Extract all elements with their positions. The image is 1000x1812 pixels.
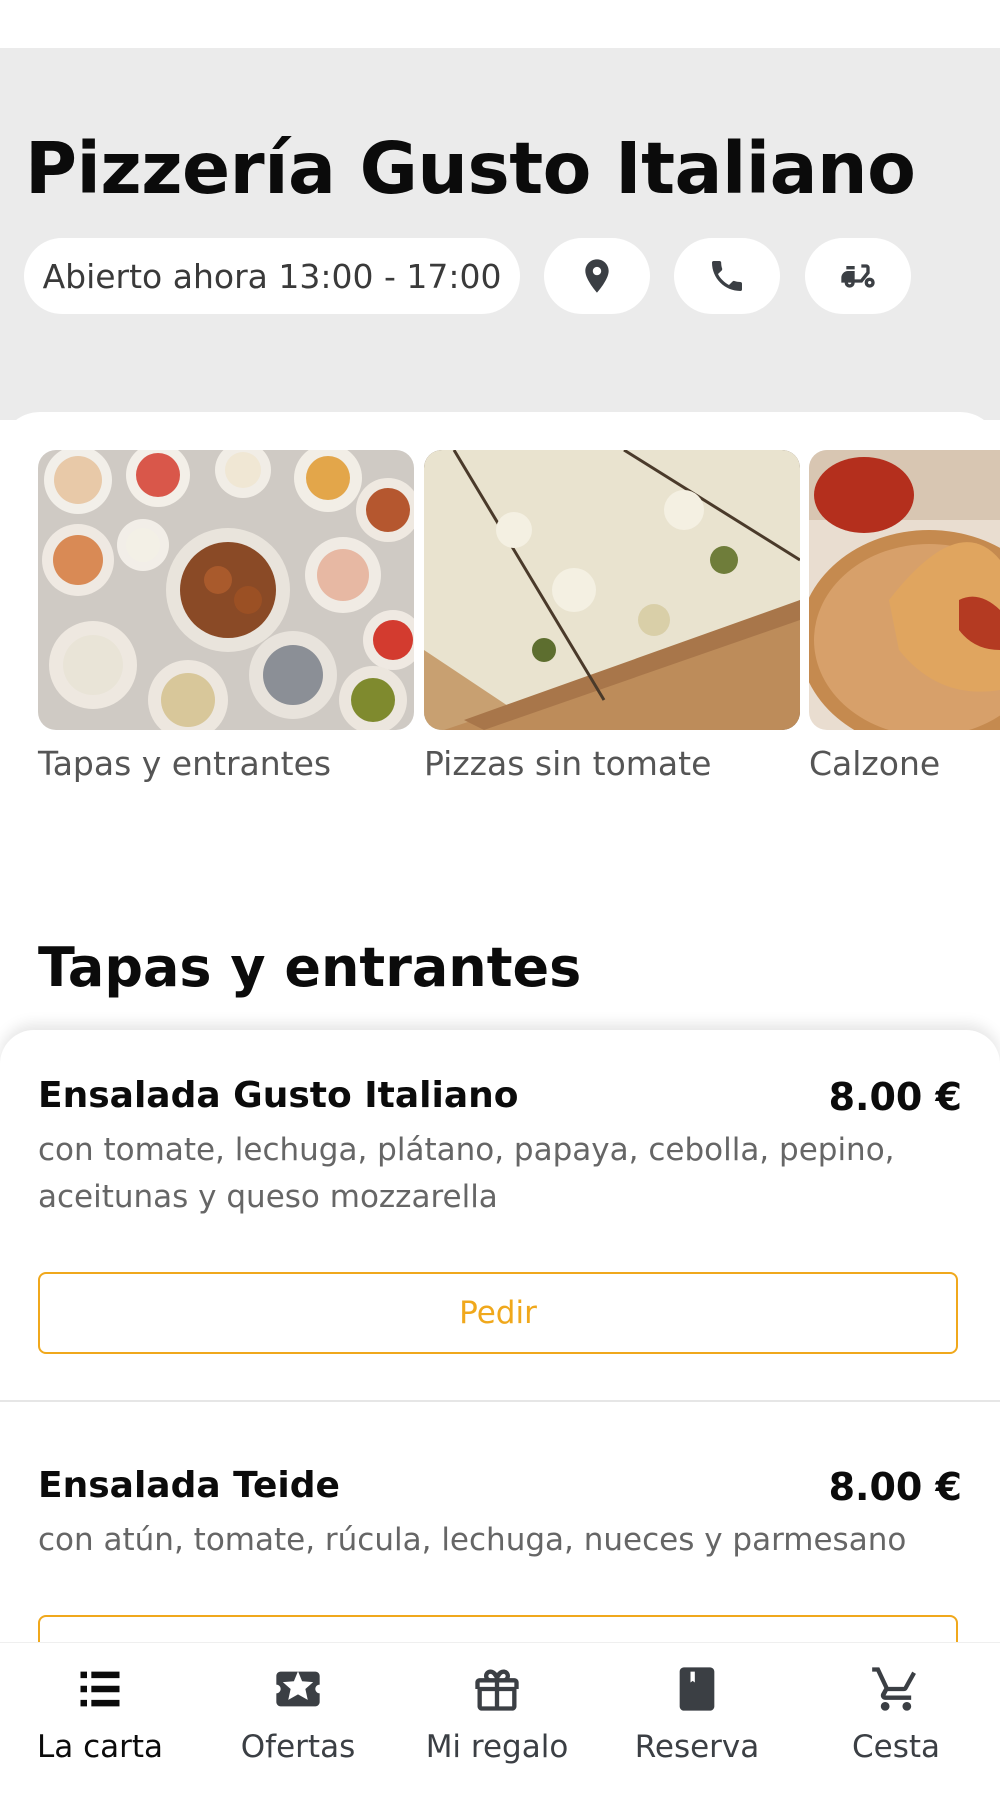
status-bar <box>0 0 1000 48</box>
opening-hours-badge[interactable]: Abierto ahora 13:00 - 17:00 <box>24 238 520 314</box>
nav-item-reserva[interactable]: Reserva <box>597 1643 797 1779</box>
nav-label: Ofertas <box>240 1729 356 1765</box>
order-button[interactable]: Pedir <box>38 1272 958 1354</box>
divider <box>0 1400 1000 1402</box>
tapas-photo <box>38 450 414 730</box>
delivery-scooter-icon <box>841 264 875 288</box>
gift-icon <box>475 1669 519 1711</box>
item-description: con tomate, lechuga, plátano, papaya, ce… <box>38 1132 895 1215</box>
nav-label: Reserva <box>634 1729 760 1765</box>
phone-icon <box>712 261 742 291</box>
ticket-star-icon <box>276 1671 320 1707</box>
opening-hours-text: Abierto ahora 13:00 - 17:00 <box>42 256 502 296</box>
nav-label: La carta <box>36 1729 164 1765</box>
nav-item-cesta[interactable]: Cesta <box>796 1643 996 1779</box>
list-icon <box>80 1671 120 1707</box>
nav-label: Mi regalo <box>425 1729 569 1765</box>
nav-label: Cesta <box>851 1729 941 1765</box>
item-price: 8.00 € <box>828 1075 962 1119</box>
item-price: 8.00 € <box>828 1465 962 1509</box>
white-pizza-photo <box>424 450 800 730</box>
delivery-button[interactable] <box>805 238 911 314</box>
bottom-navigation: La carta Ofertas Mi regalo Reserva Cesta <box>0 1642 1000 1779</box>
nav-item-mi-regalo[interactable]: Mi regalo <box>397 1643 597 1779</box>
call-button[interactable] <box>674 238 780 314</box>
calzone-photo <box>809 450 1000 730</box>
category-label: Pizzas sin tomate <box>424 744 712 783</box>
restaurant-name: Pizzería Gusto Italiano <box>25 127 916 210</box>
item-name: Ensalada Teide <box>38 1465 340 1506</box>
category-label: Calzone <box>809 744 941 783</box>
bookmark-book-icon <box>679 1667 715 1711</box>
category-card-pizzas-sin-tomate[interactable]: Pizzas sin tomate <box>424 450 800 783</box>
nav-item-ofertas[interactable]: Ofertas <box>198 1643 398 1779</box>
cart-icon <box>872 1667 916 1711</box>
category-label: Tapas y entrantes <box>38 744 332 783</box>
nav-item-la-carta[interactable]: La carta <box>0 1643 200 1779</box>
item-description: con atún, tomate, rúcula, lechuga, nuece… <box>38 1522 907 1558</box>
category-card-calzone[interactable]: Calzone <box>809 450 1000 783</box>
menu-items-list: Ensalada Gusto Italiano 8.00 € con tomat… <box>0 1030 1000 1650</box>
item-name: Ensalada Gusto Italiano <box>38 1075 519 1116</box>
section-title: Tapas y entrantes <box>38 936 582 999</box>
location-button[interactable] <box>544 238 650 314</box>
category-card-tapas[interactable]: Tapas y entrantes <box>38 450 414 783</box>
location-pin-icon <box>585 259 609 293</box>
restaurant-header <box>0 48 1000 420</box>
